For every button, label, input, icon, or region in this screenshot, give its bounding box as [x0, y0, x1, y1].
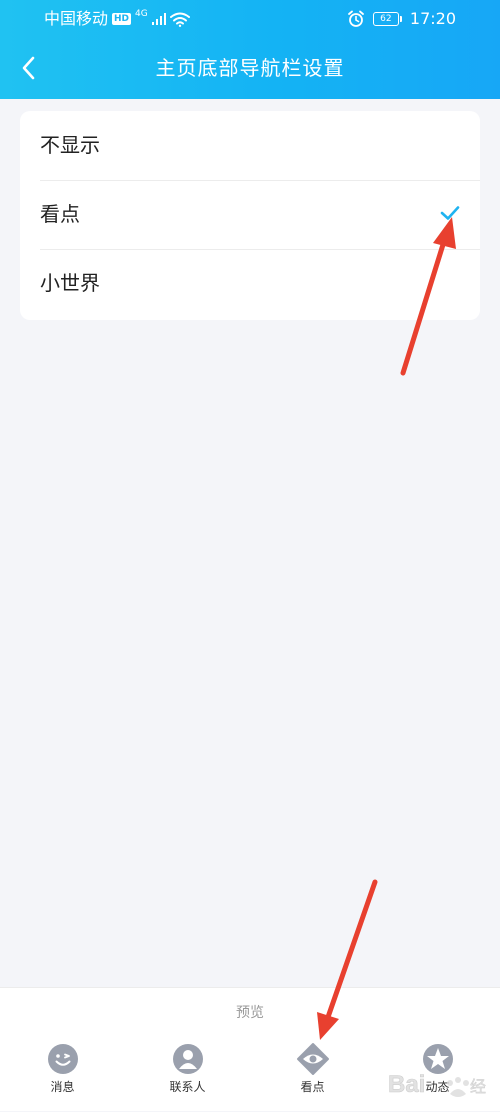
page-title: 主页底部导航栏设置 — [155, 56, 345, 80]
star-icon — [422, 1044, 453, 1074]
battery-indicator: 62 — [372, 12, 402, 26]
tab-label: 动态 — [425, 1080, 450, 1094]
alarm-icon — [347, 10, 364, 27]
option-kandian[interactable]: 看点 — [20, 180, 480, 249]
tab-label: 联系人 — [169, 1080, 206, 1094]
status-left: 中国移动 HD 4G — [44, 0, 190, 38]
signal-icon — [151, 13, 166, 25]
preview-area: 预览 消息 联系人 看点 动态 — [0, 987, 500, 1111]
title-bar: 主页底部导航栏设置 — [0, 38, 500, 99]
message-icon — [47, 1044, 78, 1074]
carrier-name: 中国移动 — [44, 9, 109, 28]
app-header: 中国移动 HD 4G 62 17:20 主页底部导航栏设置 — [0, 0, 500, 99]
preview-tab-bar: 消息 联系人 看点 动态 — [0, 1040, 500, 1112]
tab-label: 消息 — [50, 1080, 75, 1094]
status-bar: 中国移动 HD 4G 62 17:20 — [0, 0, 500, 38]
tab-kandian[interactable]: 看点 — [250, 1040, 375, 1112]
network-type: 4G — [135, 9, 148, 19]
options-list: 不显示 看点 小世界 — [20, 111, 480, 320]
tab-messages[interactable]: 消息 — [0, 1040, 125, 1112]
option-hide[interactable]: 不显示 — [20, 111, 480, 180]
option-label: 看点 — [40, 202, 80, 226]
status-right: 62 17:20 — [347, 0, 456, 38]
contacts-icon — [172, 1044, 203, 1074]
option-label: 小世界 — [40, 271, 100, 295]
tab-label: 看点 — [300, 1080, 325, 1094]
checkmark-icon — [440, 206, 460, 220]
option-small-world[interactable]: 小世界 — [20, 249, 480, 318]
wifi-icon — [169, 12, 190, 27]
status-time: 17:20 — [409, 9, 456, 28]
hd-badge: HD — [112, 13, 132, 25]
option-label: 不显示 — [40, 133, 100, 157]
tab-contacts[interactable]: 联系人 — [125, 1040, 250, 1112]
preview-label: 预览 — [236, 1005, 264, 1021]
battery-level: 62 — [372, 12, 399, 26]
tab-feed[interactable]: 动态 — [375, 1040, 500, 1112]
battery-tip — [399, 16, 402, 22]
eye-icon — [296, 1043, 329, 1075]
